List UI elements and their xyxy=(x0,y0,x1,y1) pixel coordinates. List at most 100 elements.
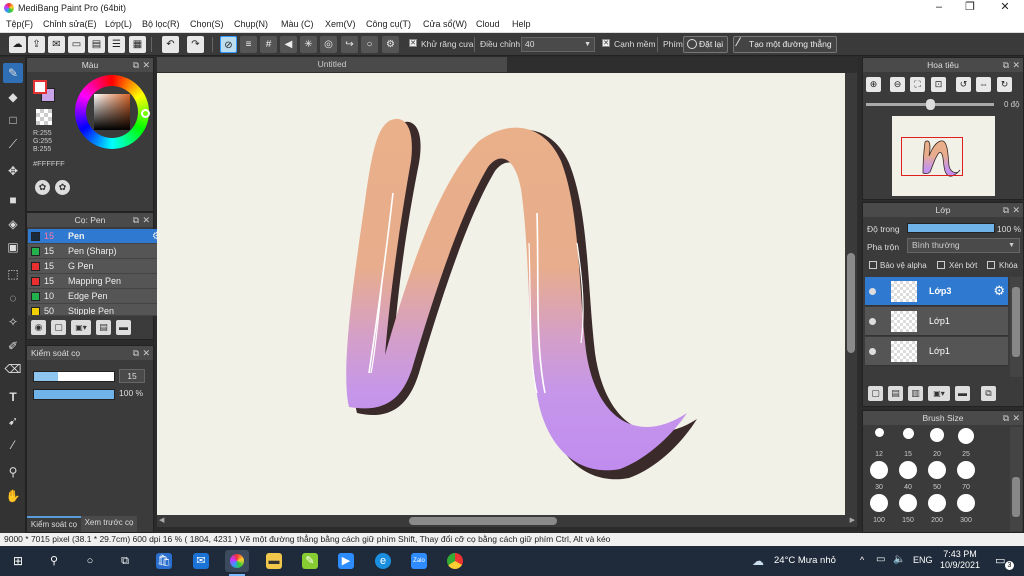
cortana-icon[interactable]: ○ xyxy=(82,553,98,569)
brush-size-50[interactable]: 50 xyxy=(923,461,951,491)
tab-brush-control[interactable]: Kiểm soát cọ xyxy=(27,516,81,532)
add-brush-icon[interactable]: ▣▾ xyxy=(71,320,91,335)
network-icon[interactable]: ▭ xyxy=(876,554,885,565)
primary-color-swatch[interactable] xyxy=(33,80,47,94)
adjust-select[interactable]: 40 ▼ xyxy=(521,37,595,52)
float-icon[interactable]: ⧉ xyxy=(1003,411,1009,425)
brush-size-150[interactable]: 150 xyxy=(894,494,922,524)
brush-size-25[interactable]: 25 xyxy=(952,428,980,458)
layer-opacity-slider[interactable] xyxy=(907,223,995,233)
parallel-snap-icon[interactable]: ≡ xyxy=(240,36,257,53)
menu-layer[interactable]: Lớp(L) xyxy=(105,19,132,29)
vanishing-snap-icon[interactable]: ◀ xyxy=(280,36,297,53)
zalo-icon[interactable]: Zalo xyxy=(411,553,427,569)
brush-settings-icon[interactable]: ▤ xyxy=(96,320,111,335)
hue-handle[interactable] xyxy=(141,109,150,118)
add-layer-menu-icon[interactable]: ▣▾ xyxy=(928,386,950,401)
new-layer-icon[interactable]: ▢ xyxy=(868,386,883,401)
lasso-tool-icon[interactable]: ◌ xyxy=(3,288,23,308)
menu-tools[interactable]: Công cụ(T) xyxy=(366,19,411,29)
horizontal-scrollbar[interactable]: ◀ ▶ xyxy=(157,515,857,527)
reset-button[interactable]: Đặt lại xyxy=(683,36,729,53)
text-tool-icon[interactable]: T xyxy=(3,387,23,407)
layer-row-lop1[interactable]: Lớp1 xyxy=(865,307,1008,336)
folder-icon[interactable]: ▬ xyxy=(955,386,970,401)
select-eraser-tool-icon[interactable]: ⌫ xyxy=(3,359,23,379)
edge-icon[interactable]: e xyxy=(375,553,391,569)
menu-help[interactable]: Help xyxy=(512,19,531,29)
menu-edit[interactable]: Chỉnh sửa(E) xyxy=(43,19,97,29)
blend-mode-select[interactable]: Bình thường ▼ xyxy=(907,238,1020,253)
tab-brush-preview[interactable]: Xem trước cọ xyxy=(81,516,137,532)
saturation-square[interactable] xyxy=(94,94,130,130)
document-tab[interactable]: Untitled xyxy=(157,57,507,72)
zoom-in-icon[interactable]: ⊕ xyxy=(866,77,881,92)
menu-cloud[interactable]: Cloud xyxy=(476,19,500,29)
circle-snap-icon[interactable]: ◎ xyxy=(320,36,337,53)
close-icon[interactable]: ✕ xyxy=(1012,58,1020,72)
fill-rect-tool-icon[interactable]: ■ xyxy=(3,190,23,210)
brush-size-15[interactable]: 15 xyxy=(894,428,922,458)
eye-icon[interactable] xyxy=(869,318,876,325)
zoom-icon[interactable]: ▶ xyxy=(338,553,354,569)
menu-select[interactable]: Chọn(S) xyxy=(190,19,224,29)
transparent-color-swatch[interactable] xyxy=(36,109,52,125)
brush-item-pen[interactable]: 15 Pen ⚙ xyxy=(28,229,164,244)
divide-tool-icon[interactable]: ⁄ xyxy=(3,435,23,455)
brush-size-40[interactable]: 40 xyxy=(894,461,922,491)
close-icon[interactable]: ✕ xyxy=(142,346,150,360)
layer-list-scrollbar[interactable] xyxy=(1010,277,1022,377)
weather-text[interactable]: 24°C Mưa nhỏ xyxy=(774,555,836,566)
menu-capture[interactable]: Chụp(N) xyxy=(234,19,268,29)
flip-icon[interactable]: ⇔ xyxy=(976,77,991,92)
brush-size-200[interactable]: 200 xyxy=(923,494,951,524)
ellipse-snap-icon[interactable]: ○ xyxy=(361,36,378,53)
tray-chevron-icon[interactable]: ^ xyxy=(860,555,864,565)
gear-icon[interactable]: ⚙ xyxy=(993,283,1005,299)
mail-icon[interactable]: ✉ xyxy=(193,553,209,569)
store-icon[interactable]: 🛍 xyxy=(156,553,172,569)
gradient-tool-icon[interactable]: ▣ xyxy=(3,237,23,257)
brush-tool-icon[interactable]: ✎ xyxy=(3,63,23,83)
soft-edge-checkbox[interactable]: ✕ xyxy=(602,39,610,47)
app-icon[interactable]: ✎ xyxy=(302,553,318,569)
folder-icon[interactable]: ▬ xyxy=(116,320,131,335)
float-icon[interactable]: ⧉ xyxy=(133,213,139,227)
brush-size-20[interactable]: 20 xyxy=(923,428,951,458)
curve-snap-icon[interactable]: ↪ xyxy=(341,36,358,53)
windows-start-icon[interactable]: ⊞ xyxy=(10,553,26,569)
volume-icon[interactable]: 🔈 xyxy=(893,554,905,565)
palette-icon[interactable]: ✿ xyxy=(35,180,50,195)
brush-item-mapping-pen[interactable]: 15 Mapping Pen xyxy=(28,274,164,289)
clock[interactable]: 7:43 PM 10/9/2021 xyxy=(940,549,980,571)
float-icon[interactable]: ⧉ xyxy=(133,346,139,360)
eraser-tool-icon[interactable]: ◆ xyxy=(3,87,23,107)
hand-tool-icon[interactable]: ✋ xyxy=(3,486,23,506)
menu-filter[interactable]: Bộ lọc(R) xyxy=(142,19,180,29)
radial-snap-icon[interactable]: ✳ xyxy=(300,36,317,53)
menu-color[interactable]: Màu (C) xyxy=(281,19,314,29)
language-indicator[interactable]: ENG xyxy=(913,555,933,565)
brush-size-slider[interactable] xyxy=(33,371,115,382)
drawing-canvas[interactable] xyxy=(157,73,857,515)
redo-icon[interactable]: ↷ xyxy=(187,36,204,53)
rotate-left-icon[interactable]: ↺ xyxy=(956,77,971,92)
document-icon[interactable]: ▤ xyxy=(88,36,105,53)
straight-line-button[interactable]: Tạo một đường thẳng xyxy=(733,36,837,53)
brush-size-30[interactable]: 30 xyxy=(865,461,893,491)
new-brush-icon[interactable]: ▢ xyxy=(51,320,66,335)
medibang-taskbar-icon[interactable] xyxy=(225,550,249,572)
brush-item-pen-sharp[interactable]: 15 Pen (Sharp) xyxy=(28,244,164,259)
float-icon[interactable]: ⧉ xyxy=(133,58,139,72)
snap-off-icon[interactable]: ⊘ xyxy=(220,36,237,53)
duplicate-layer-icon[interactable]: ⧉ xyxy=(981,386,996,401)
brush-item-stipple-pen[interactable]: 50 Stipple Pen xyxy=(28,304,164,316)
comment-icon[interactable]: ▭ xyxy=(68,36,85,53)
select-tool-icon[interactable]: ⬚ xyxy=(3,264,23,284)
eye-icon[interactable] xyxy=(869,348,876,355)
eye-icon[interactable] xyxy=(869,288,876,295)
navigator-preview[interactable] xyxy=(892,116,995,196)
cloud-icon[interactable]: ☁ xyxy=(9,36,26,53)
restore-icon[interactable]: ❐ xyxy=(955,1,985,15)
move-tool-icon[interactable]: ✥ xyxy=(3,161,23,181)
